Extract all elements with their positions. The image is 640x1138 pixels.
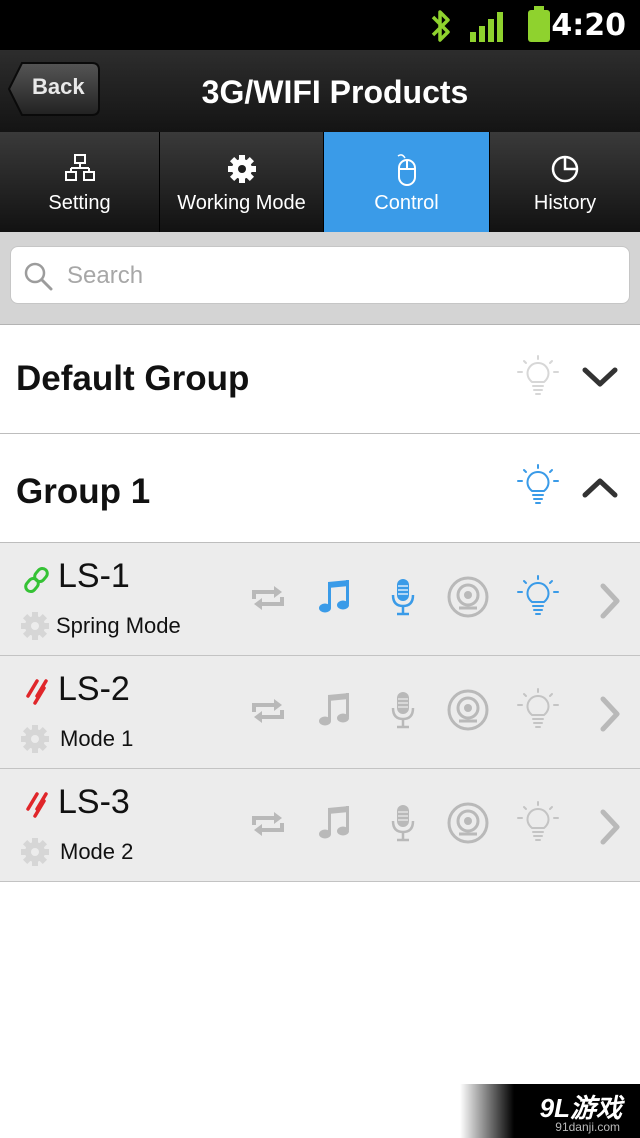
tab-bar: Setting Working Mode Control History [0,132,640,242]
link-icon [24,566,49,594]
light-bulb-icon[interactable] [516,575,560,619]
battery-icon [528,6,550,42]
light-bulb-icon[interactable] [516,464,560,508]
music-note-icon[interactable] [318,805,354,841]
microphone-icon[interactable] [390,803,416,843]
watermark-site: 91danji.com [555,1120,620,1134]
search-input[interactable] [65,253,609,299]
tab-history[interactable]: History [490,132,640,232]
tab-control[interactable]: Control [324,132,490,242]
signal-icon [470,12,503,42]
device-mode: Mode 1 [60,726,134,751]
bluetooth-icon [431,10,450,42]
search-bar [0,232,640,325]
gear-icon [21,838,49,866]
group-name: Group 1 [16,472,151,511]
tab-working-mode-label: Working Mode [177,192,306,214]
repeat-icon[interactable] [250,809,286,839]
device-mode: Mode 2 [60,839,134,864]
webcam-icon[interactable] [446,575,490,619]
group-name: Default Group [16,359,250,398]
chevron-right-icon[interactable] [598,809,622,845]
repeat-icon[interactable] [250,696,286,726]
chevron-down-icon[interactable] [582,365,618,389]
tab-setting-label: Setting [48,192,111,214]
device-name: LS-2 [58,670,130,708]
broken-link-icon [26,679,48,705]
device-row[interactable]: LS-2 Mode 1 [0,656,640,769]
chevron-right-icon[interactable] [598,696,622,732]
light-bulb-icon[interactable] [516,801,560,845]
gear-icon [21,725,49,753]
device-name: LS-3 [58,783,130,821]
device-name: LS-1 [58,557,130,595]
network-icon [64,154,95,181]
microphone-icon[interactable] [390,690,416,730]
device-row[interactable]: LS-1 Spring Mode [0,543,640,656]
group-1[interactable]: Group 1 [0,434,640,543]
page-title: 3G/WIFI Products [201,74,469,110]
music-note-icon[interactable] [318,692,354,728]
gear-icon [227,155,256,183]
title-bar: Back 3G/WIFI Products [0,50,640,134]
status-bar: 4:20 [0,0,640,50]
webcam-icon[interactable] [446,688,490,732]
music-note-icon[interactable] [318,579,354,615]
tab-history-label: History [533,192,597,214]
repeat-icon[interactable] [250,583,286,613]
device-mode: Spring Mode [56,613,181,638]
watermark: 9L游戏 91danji.com [460,1084,640,1138]
gear-icon [21,612,49,640]
search-icon [24,262,53,291]
chevron-right-icon[interactable] [598,583,622,619]
webcam-icon[interactable] [446,801,490,845]
group-default[interactable]: Default Group [0,325,640,434]
clock: 4:20 [551,8,626,43]
light-bulb-icon[interactable] [516,355,560,399]
tab-working-mode[interactable]: Working Mode [160,132,324,232]
light-bulb-icon[interactable] [516,688,560,732]
pie-chart-icon [551,155,579,183]
broken-link-icon [26,792,48,818]
microphone-icon[interactable] [390,577,416,617]
search-box [10,246,630,304]
device-row[interactable]: LS-3 Mode 2 [0,769,640,882]
tab-control-label: Control [374,192,439,214]
mouse-icon [397,154,416,186]
tab-setting[interactable]: Setting [0,132,160,232]
chevron-up-icon[interactable] [582,476,618,500]
